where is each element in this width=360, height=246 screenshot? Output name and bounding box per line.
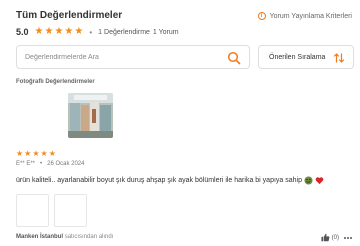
star-icon: ★: [32, 149, 40, 158]
seller-info: Manken İstanbul satıcısından alındı: [16, 234, 113, 240]
publishing-criteria-link[interactable]: i Yorum Yayınlama Kriterleri: [257, 12, 352, 20]
info-icon: i: [257, 12, 266, 20]
smiling-face-icon: [304, 176, 313, 185]
review-body: ürün kaliteli.. ayarlanabilir boyut şık …: [16, 176, 324, 185]
sort-selected: Önerilen Sıralama: [269, 54, 326, 61]
seller-suffix: satıcısından alındı: [64, 234, 114, 240]
star-icon: ★: [44, 26, 54, 37]
rating-count: 1 Değerlendirme: [98, 28, 150, 36]
star-icon: ★: [74, 26, 84, 37]
review-actions: (0): [321, 233, 352, 242]
review-meta: E** E** • 26 Ocak 2024: [16, 161, 84, 167]
thumbs-up-icon: [321, 233, 330, 242]
review-date: 26 Ocak 2024: [47, 161, 85, 167]
dot: [344, 236, 346, 239]
star-icon: ★: [16, 149, 24, 158]
comment-count: 1 Yorum: [152, 28, 179, 36]
star-icon: ★: [48, 149, 56, 158]
review-footer: Manken İstanbul satıcısından alındı (0): [16, 233, 352, 244]
review-text: ürün kaliteli.. ayarlanabilir boyut şık …: [16, 177, 302, 184]
star-icon: ★: [40, 149, 48, 158]
review-image-slot[interactable]: [16, 194, 49, 227]
star-icon: ★: [34, 26, 44, 37]
sort-dropdown[interactable]: Önerilen Sıralama: [258, 45, 354, 69]
seller-name: Manken İstanbul: [16, 234, 64, 240]
sort-arrows-icon: [333, 53, 345, 63]
star-icon: ★: [54, 26, 64, 37]
separator: •: [89, 27, 93, 37]
average-stars: ★ ★ ★ ★ ★: [35, 27, 84, 37]
review-author: E** E**: [16, 161, 36, 167]
page-title: Tüm Değerlendirmeler: [16, 10, 123, 21]
reviews-header: Tüm Değerlendirmeler i Yorum Yayınlama K…: [16, 10, 352, 26]
average-rating: 5.0: [16, 27, 29, 37]
photo-reviews-title: Fotoğraflı Değerlendirmeler: [16, 79, 95, 85]
review-photo-thumbnail[interactable]: [68, 93, 113, 138]
search-input[interactable]: [25, 46, 225, 68]
dot: [347, 236, 349, 239]
reviews-page: Tüm Değerlendirmeler i Yorum Yayınlama K…: [0, 0, 360, 246]
review-photo-image: [68, 93, 113, 138]
review-image-slot[interactable]: [54, 194, 87, 227]
search-icon[interactable]: [227, 51, 241, 65]
like-count: (0): [331, 234, 339, 241]
review-stars: ★ ★ ★ ★ ★: [16, 150, 56, 158]
star-icon: ★: [24, 149, 32, 158]
more-dots-icon[interactable]: [344, 236, 352, 239]
separator: •: [40, 161, 43, 167]
dot: [350, 236, 352, 239]
heart-icon: [315, 177, 324, 185]
review-search: [16, 45, 250, 69]
star-icon: ★: [64, 26, 74, 37]
publishing-criteria-label: Yorum Yayınlama Kriterleri: [269, 12, 352, 20]
rating-summary: 5.0 ★ ★ ★ ★ ★ • 1 Değerlendirme 1 Yorum: [16, 26, 182, 38]
like-button[interactable]: (0): [321, 233, 339, 242]
